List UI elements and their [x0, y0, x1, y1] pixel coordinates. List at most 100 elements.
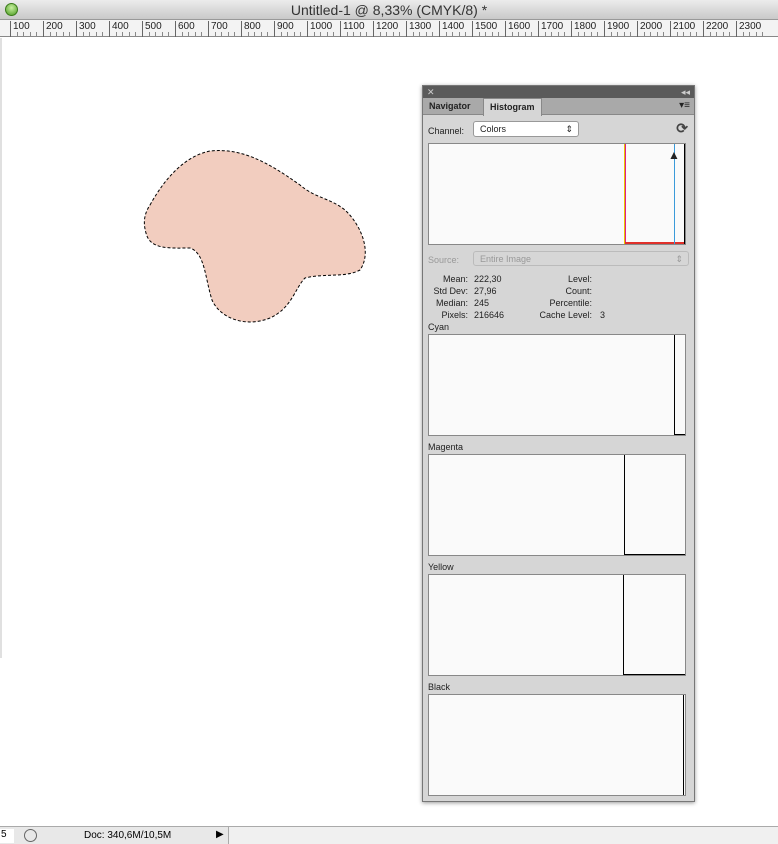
window-zoom-button[interactable] [5, 3, 18, 16]
black-label: Black [428, 682, 451, 692]
tab-histogram[interactable]: Histogram [483, 98, 542, 116]
ruler-tick [557, 32, 559, 36]
pixels-label: Pixels: [441, 310, 468, 320]
ruler-tick [452, 32, 454, 36]
ruler-tick [95, 32, 97, 36]
timing-icon[interactable] [24, 829, 37, 842]
ruler-tick [379, 32, 381, 36]
ruler-tick [419, 32, 421, 36]
cyan-label: Cyan [428, 322, 450, 332]
channel-select[interactable]: Colors ⇕ [473, 121, 579, 137]
ruler-label: 900 [274, 21, 294, 37]
ruler-tick [749, 32, 751, 36]
ruler-tick [577, 32, 579, 36]
source-value: Entire Image [480, 254, 532, 264]
close-panel-icon[interactable]: ✕ [427, 87, 435, 97]
ruler-tick [201, 32, 203, 36]
median-label: Median: [435, 298, 468, 308]
ruler-tick [755, 32, 757, 36]
refresh-icon[interactable]: ⟳ [676, 120, 688, 137]
ruler-tick [102, 32, 104, 36]
ruler-tick [458, 32, 460, 36]
select-arrows-icon: ⇕ [675, 254, 683, 264]
ruler-tick [161, 32, 163, 36]
ruler-label: 500 [142, 21, 162, 37]
ruler-label: 600 [175, 21, 195, 37]
ruler-tick [650, 32, 652, 36]
ruler-tick [663, 32, 665, 36]
ruler-tick [478, 32, 480, 36]
ruler-tick [498, 32, 500, 36]
doc-size: Doc: 340,6M/10,5M [84, 830, 172, 841]
ruler-tick [36, 32, 38, 36]
select-arrows-icon: ⇕ [565, 124, 573, 134]
tab-navigator[interactable]: Navigator [423, 98, 477, 115]
ruler-tick [491, 32, 493, 36]
pixels-value: 216646 [474, 310, 505, 320]
ruler-tick [29, 32, 31, 36]
ruler-tick [168, 32, 170, 36]
ruler-tick [742, 32, 744, 36]
ruler-tick [188, 32, 190, 36]
ruler-tick [564, 32, 566, 36]
ruler-tick [762, 32, 764, 36]
ruler-tick [122, 32, 124, 36]
cache-warning-icon[interactable]: ▲ [668, 148, 680, 162]
source-select[interactable]: Entire Image ⇕ [473, 251, 689, 266]
ruler-tick [214, 32, 216, 36]
magenta-histogram [428, 454, 686, 556]
yellow-label: Yellow [428, 562, 454, 572]
collapse-panel-icon[interactable]: ◂◂ [681, 86, 690, 98]
ruler-tick [584, 32, 586, 36]
magenta-label: Magenta [428, 442, 464, 452]
ruler-tick [729, 32, 731, 36]
ruler-tick [353, 32, 355, 36]
horizontal-scrollbar[interactable] [228, 827, 778, 844]
channel-value: Colors [480, 124, 507, 134]
ruler-tick [300, 32, 302, 36]
ruler-tick [432, 32, 434, 36]
ruler-tick [590, 32, 592, 36]
ruler-tick [425, 32, 427, 36]
channel-label: Channel: [428, 126, 465, 136]
ruler-tick [16, 32, 18, 36]
ruler-tick [346, 32, 348, 36]
ruler-tick [62, 32, 64, 36]
mean-label: Mean: [442, 274, 468, 284]
ruler-tick [683, 32, 685, 36]
ruler-tick [386, 32, 388, 36]
ruler-tick [524, 32, 526, 36]
ruler-tick [518, 32, 520, 36]
stddev-label: Std Dev: [433, 286, 468, 296]
ruler-tick [597, 32, 599, 36]
ruler-tick [280, 32, 282, 36]
ruler-tick [194, 32, 196, 36]
ruler-tick [69, 32, 71, 36]
ruler-tick [551, 32, 553, 36]
panel-menu-icon[interactable]: ▾≡ [679, 100, 690, 111]
count-label: Count: [565, 286, 592, 296]
window-titlebar: Untitled-1 @ 8,33% (CMYK/8) * [0, 0, 778, 20]
ruler-tick [696, 32, 698, 36]
ruler-tick [465, 32, 467, 36]
horizontal-ruler[interactable]: 100 200 300 400 500 600 700 800 900 1000 1100 1200 1… [0, 20, 778, 37]
ruler-tick [234, 32, 236, 36]
ruler-label: 200 [43, 21, 63, 37]
median-value: 245 [474, 298, 490, 308]
zoom-field[interactable]: 5 [0, 829, 14, 843]
ruler-tick [610, 32, 612, 36]
ruler-tick [676, 32, 678, 36]
source-label: Source: [428, 255, 460, 265]
ruler-tick [128, 32, 130, 36]
ruler-tick [267, 32, 269, 36]
ruler-tick [511, 32, 513, 36]
histogram-panel: ✕ ◂◂ Navigator Histogram ▾≡ Channel: Col… [422, 85, 695, 802]
percentile-label: Percentile: [549, 298, 592, 308]
panel-header: ✕ ◂◂ [423, 86, 694, 98]
ruler-tick [399, 32, 401, 36]
ruler-tick [412, 32, 414, 36]
ruler-tick [89, 32, 91, 36]
status-menu-arrow-icon[interactable]: ▶ [216, 829, 224, 840]
stddev-value: 27,96 [474, 286, 497, 296]
ruler-label: 300 [76, 21, 96, 37]
